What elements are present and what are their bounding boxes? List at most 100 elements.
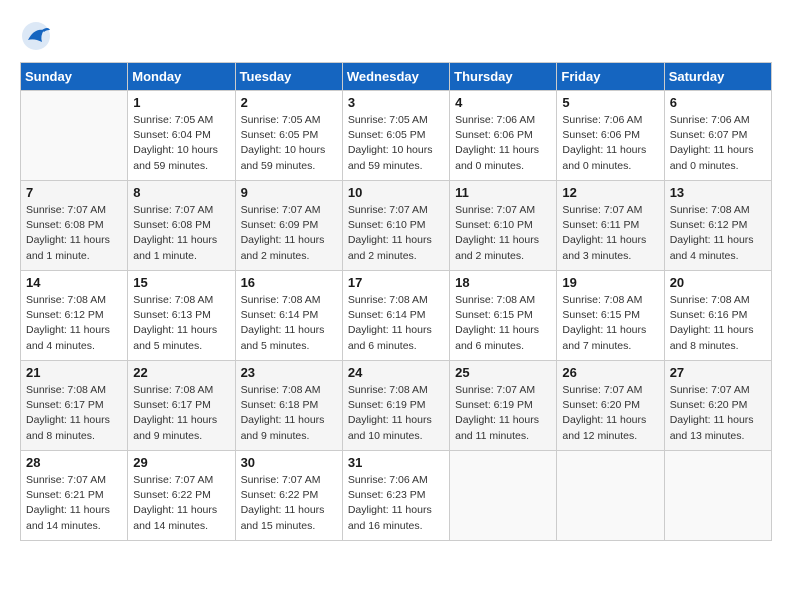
- calendar-cell: 3Sunrise: 7:05 AMSunset: 6:05 PMDaylight…: [342, 91, 449, 181]
- day-number: 19: [562, 275, 658, 290]
- cell-info: Sunrise: 7:07 AMSunset: 6:19 PMDaylight:…: [455, 383, 551, 444]
- day-number: 21: [26, 365, 122, 380]
- day-number: 8: [133, 185, 229, 200]
- day-number: 14: [26, 275, 122, 290]
- day-number: 15: [133, 275, 229, 290]
- cell-info: Sunrise: 7:07 AMSunset: 6:21 PMDaylight:…: [26, 473, 122, 534]
- day-number: 6: [670, 95, 766, 110]
- calendar-cell: [21, 91, 128, 181]
- calendar-cell: 11 Sunrise: 7:07 AMSunset: 6:10 PMDayligh…: [450, 181, 557, 271]
- calendar-cell: 21 Sunrise: 7:08 AMSunset: 6:17 PMDayligh…: [21, 361, 128, 451]
- calendar-cell: 27 Sunrise: 7:07 AMSunset: 6:20 PMDayligh…: [664, 361, 771, 451]
- cell-info: Sunrise: 7:08 AMSunset: 6:12 PMDaylight:…: [26, 293, 122, 354]
- day-number: 31: [348, 455, 444, 470]
- day-number: 25: [455, 365, 551, 380]
- cell-info: Sunrise: 7:06 AMSunset: 6:06 PMDaylight:…: [562, 113, 658, 174]
- cell-info: Sunrise: 7:05 AMSunset: 6:04 PMDaylight:…: [133, 113, 229, 174]
- calendar-cell: 13 Sunrise: 7:08 AMSunset: 6:12 PMDayligh…: [664, 181, 771, 271]
- calendar-week-row: 28 Sunrise: 7:07 AMSunset: 6:21 PMDayligh…: [21, 451, 772, 541]
- cell-info: Sunrise: 7:08 AMSunset: 6:15 PMDaylight:…: [455, 293, 551, 354]
- calendar-cell: 18Sunrise: 7:08 AMSunset: 6:15 PMDayligh…: [450, 271, 557, 361]
- header-monday: Monday: [128, 63, 235, 91]
- calendar-table: SundayMondayTuesdayWednesdayThursdayFrid…: [20, 62, 772, 541]
- calendar-cell: [450, 451, 557, 541]
- cell-info: Sunrise: 7:06 AMSunset: 6:06 PMDaylight:…: [455, 113, 551, 174]
- calendar-cell: 17 Sunrise: 7:08 AMSunset: 6:14 PMDayligh…: [342, 271, 449, 361]
- calendar-cell: 5 Sunrise: 7:06 AMSunset: 6:06 PMDaylight…: [557, 91, 664, 181]
- calendar-cell: 10Sunrise: 7:07 AMSunset: 6:10 PMDayligh…: [342, 181, 449, 271]
- day-number: 4: [455, 95, 551, 110]
- calendar-week-row: 7Sunrise: 7:07 AMSunset: 6:08 PMDaylight…: [21, 181, 772, 271]
- cell-info: Sunrise: 7:08 AMSunset: 6:15 PMDaylight:…: [562, 293, 658, 354]
- calendar-cell: 12Sunrise: 7:07 AMSunset: 6:11 PMDayligh…: [557, 181, 664, 271]
- day-number: 3: [348, 95, 444, 110]
- day-number: 2: [241, 95, 337, 110]
- day-number: 13: [670, 185, 766, 200]
- cell-info: Sunrise: 7:06 AMSunset: 6:07 PMDaylight:…: [670, 113, 766, 174]
- calendar-week-row: 21 Sunrise: 7:08 AMSunset: 6:17 PMDayligh…: [21, 361, 772, 451]
- cell-info: Sunrise: 7:08 AMSunset: 6:13 PMDaylight:…: [133, 293, 229, 354]
- calendar-cell: 22 Sunrise: 7:08 AMSunset: 6:17 PMDayligh…: [128, 361, 235, 451]
- header-friday: Friday: [557, 63, 664, 91]
- cell-info: Sunrise: 7:08 AMSunset: 6:12 PMDaylight:…: [670, 203, 766, 264]
- calendar-cell: 30 Sunrise: 7:07 AMSunset: 6:22 PMDayligh…: [235, 451, 342, 541]
- cell-info: Sunrise: 7:07 AMSunset: 6:20 PMDaylight:…: [562, 383, 658, 444]
- calendar-cell: 1 Sunrise: 7:05 AMSunset: 6:04 PMDaylight…: [128, 91, 235, 181]
- day-number: 30: [241, 455, 337, 470]
- cell-info: Sunrise: 7:07 AMSunset: 6:22 PMDaylight:…: [241, 473, 337, 534]
- cell-info: Sunrise: 7:07 AMSunset: 6:20 PMDaylight:…: [670, 383, 766, 444]
- day-number: 5: [562, 95, 658, 110]
- header-sunday: Sunday: [21, 63, 128, 91]
- page-header: [20, 20, 772, 52]
- calendar-cell: 19 Sunrise: 7:08 AMSunset: 6:15 PMDayligh…: [557, 271, 664, 361]
- day-number: 29: [133, 455, 229, 470]
- calendar-cell: 29 Sunrise: 7:07 AMSunset: 6:22 PMDayligh…: [128, 451, 235, 541]
- day-number: 22: [133, 365, 229, 380]
- calendar-cell: 23 Sunrise: 7:08 AMSunset: 6:18 PMDayligh…: [235, 361, 342, 451]
- calendar-cell: [557, 451, 664, 541]
- calendar-cell: 2 Sunrise: 7:05 AMSunset: 6:05 PMDaylight…: [235, 91, 342, 181]
- day-number: 27: [670, 365, 766, 380]
- calendar-cell: 4 Sunrise: 7:06 AMSunset: 6:06 PMDaylight…: [450, 91, 557, 181]
- calendar-cell: [664, 451, 771, 541]
- logo: [20, 20, 54, 52]
- day-number: 9: [241, 185, 337, 200]
- day-number: 1: [133, 95, 229, 110]
- day-number: 26: [562, 365, 658, 380]
- calendar-cell: 20 Sunrise: 7:08 AMSunset: 6:16 PMDayligh…: [664, 271, 771, 361]
- calendar-cell: 31 Sunrise: 7:06 AMSunset: 6:23 PMDayligh…: [342, 451, 449, 541]
- day-number: 20: [670, 275, 766, 290]
- cell-info: Sunrise: 7:08 AMSunset: 6:17 PMDaylight:…: [26, 383, 122, 444]
- day-number: 17: [348, 275, 444, 290]
- calendar-week-row: 1 Sunrise: 7:05 AMSunset: 6:04 PMDaylight…: [21, 91, 772, 181]
- header-tuesday: Tuesday: [235, 63, 342, 91]
- cell-info: Sunrise: 7:08 AMSunset: 6:18 PMDaylight:…: [241, 383, 337, 444]
- calendar-cell: 16 Sunrise: 7:08 AMSunset: 6:14 PMDayligh…: [235, 271, 342, 361]
- cell-info: Sunrise: 7:07 AMSunset: 6:08 PMDaylight:…: [133, 203, 229, 264]
- day-number: 23: [241, 365, 337, 380]
- day-number: 16: [241, 275, 337, 290]
- calendar-cell: 8 Sunrise: 7:07 AMSunset: 6:08 PMDaylight…: [128, 181, 235, 271]
- day-number: 12: [562, 185, 658, 200]
- day-number: 28: [26, 455, 122, 470]
- day-number: 11: [455, 185, 551, 200]
- calendar-cell: 28 Sunrise: 7:07 AMSunset: 6:21 PMDayligh…: [21, 451, 128, 541]
- cell-info: Sunrise: 7:06 AMSunset: 6:23 PMDaylight:…: [348, 473, 444, 534]
- calendar-cell: 15 Sunrise: 7:08 AMSunset: 6:13 PMDayligh…: [128, 271, 235, 361]
- cell-info: Sunrise: 7:05 AMSunset: 6:05 PMDaylight:…: [241, 113, 337, 174]
- header-wednesday: Wednesday: [342, 63, 449, 91]
- calendar-cell: 6 Sunrise: 7:06 AMSunset: 6:07 PMDaylight…: [664, 91, 771, 181]
- cell-info: Sunrise: 7:08 AMSunset: 6:14 PMDaylight:…: [348, 293, 444, 354]
- calendar-week-row: 14 Sunrise: 7:08 AMSunset: 6:12 PMDayligh…: [21, 271, 772, 361]
- cell-info: Sunrise: 7:07 AMSunset: 6:22 PMDaylight:…: [133, 473, 229, 534]
- calendar-cell: 24Sunrise: 7:08 AMSunset: 6:19 PMDayligh…: [342, 361, 449, 451]
- header-thursday: Thursday: [450, 63, 557, 91]
- cell-info: Sunrise: 7:07 AMSunset: 6:08 PMDaylight:…: [26, 203, 122, 264]
- day-number: 10: [348, 185, 444, 200]
- cell-info: Sunrise: 7:08 AMSunset: 6:16 PMDaylight:…: [670, 293, 766, 354]
- cell-info: Sunrise: 7:08 AMSunset: 6:17 PMDaylight:…: [133, 383, 229, 444]
- cell-info: Sunrise: 7:07 AMSunset: 6:10 PMDaylight:…: [455, 203, 551, 264]
- day-number: 24: [348, 365, 444, 380]
- cell-info: Sunrise: 7:08 AMSunset: 6:14 PMDaylight:…: [241, 293, 337, 354]
- calendar-cell: 9Sunrise: 7:07 AMSunset: 6:09 PMDaylight…: [235, 181, 342, 271]
